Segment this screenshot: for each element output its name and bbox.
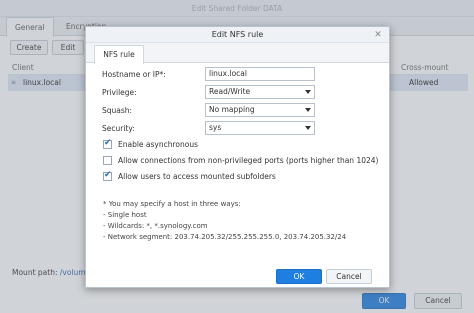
security-value: sys: [209, 123, 222, 132]
hostname-input[interactable]: linux.local: [205, 67, 315, 81]
edit-nfs-rule-dialog: Edit NFS rule ✕ NFS rule Hostname or IP*…: [85, 26, 390, 288]
mounted-subfolders-label: Allow users to access mounted subfolders: [118, 172, 276, 181]
non-privileged-ports-checkbox[interactable]: [103, 156, 112, 165]
dialog-tab-strip: NFS rule: [86, 43, 389, 64]
note-wildcards: - Wildcards: *, *.synology.com: [103, 222, 208, 230]
enable-async-label: Enable asynchronous: [118, 140, 199, 149]
note-network-segment: - Network segment: 203.74.205.32/255.255…: [103, 233, 347, 241]
chevron-down-icon: [305, 126, 311, 130]
non-privileged-ports-label: Allow connections from non-privileged po…: [118, 156, 379, 165]
check-icon: ✔: [104, 170, 112, 180]
enable-async-checkbox[interactable]: ✔: [103, 138, 112, 149]
squash-value: No mapping: [209, 105, 255, 114]
privilege-value: Read/Write: [209, 87, 251, 96]
squash-label: Squash:: [102, 106, 133, 115]
tab-nfs-rule[interactable]: NFS rule: [94, 45, 144, 64]
ok-button[interactable]: OK: [276, 269, 322, 284]
privilege-select[interactable]: Read/Write: [205, 85, 315, 99]
security-select[interactable]: sys: [205, 121, 315, 135]
security-label: Security:: [102, 124, 135, 133]
chevron-down-icon: [305, 108, 311, 112]
privilege-label: Privilege:: [102, 88, 137, 97]
squash-select[interactable]: No mapping: [205, 103, 315, 117]
note-single-host: - Single host: [103, 211, 147, 219]
close-icon[interactable]: ✕: [372, 29, 384, 41]
cancel-button[interactable]: Cancel: [326, 269, 372, 284]
check-icon: ✔: [104, 138, 112, 148]
note-intro: * You may specify a host in three ways:: [103, 200, 241, 208]
chevron-down-icon: [305, 90, 311, 94]
hostname-label: Hostname or IP*:: [102, 70, 166, 79]
dialog-title: Edit NFS rule: [86, 27, 389, 43]
mounted-subfolders-checkbox[interactable]: ✔: [103, 170, 112, 181]
